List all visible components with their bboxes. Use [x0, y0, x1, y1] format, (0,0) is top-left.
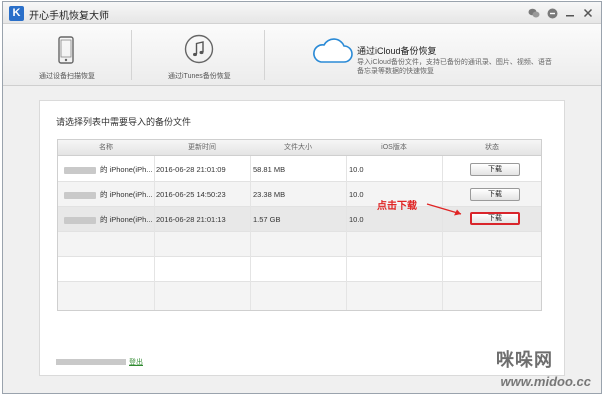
row-name: 的 iPhone(iPh...	[64, 157, 154, 182]
col-size: 文件大小	[284, 144, 312, 151]
row-size: 23.38 MB	[253, 190, 286, 199]
click-download-annotation: 点击下载	[377, 201, 417, 212]
title-bar: K 开心手机恢复大师	[3, 2, 601, 24]
feedback-icon[interactable]	[545, 6, 559, 20]
table-row[interactable]: 的 iPhone(iPh... 2016-06-25 14:50:23 23.3…	[58, 182, 541, 207]
download-button-highlighted[interactable]: 下载	[470, 212, 520, 225]
row-time: 2016-06-25 14:50:23	[156, 190, 226, 199]
tab-itunes-backup[interactable]: 通过iTunes备份恢复	[132, 24, 264, 86]
wechat-icon[interactable]	[527, 6, 541, 20]
mode-tabs: 通过设备扫描恢复 通过iTunes备份恢复 通过iCloud备份恢复 导入iCl…	[3, 24, 601, 86]
redacted-name	[64, 191, 96, 199]
itunes-music-icon	[184, 34, 214, 64]
logout-link[interactable]: 登出	[129, 359, 143, 366]
app-title: 开心手机恢复大师	[29, 11, 109, 22]
tab-device-scan[interactable]: 通过设备扫描恢复	[3, 24, 131, 86]
col-divider	[154, 156, 155, 310]
redacted-account	[56, 359, 126, 366]
table-row[interactable]: 的 iPhone(iPh... 2016-06-28 21:01:13 1.57…	[58, 207, 541, 232]
cloud-icon	[313, 38, 353, 63]
tab-itunes-backup-label: 通过iTunes备份恢复	[168, 73, 231, 80]
watermark-url: www.midoo.cc	[500, 374, 591, 389]
app-window: K 开心手机恢复大师 通过设备扫描恢复 通过iTunes备份恢复 通过iClou…	[2, 1, 602, 394]
annotation-arrow-icon	[426, 203, 462, 216]
row-ios: 10.0	[349, 165, 364, 174]
col-divider	[442, 156, 443, 310]
empty-row	[58, 232, 541, 257]
close-icon[interactable]	[581, 6, 595, 20]
backup-panel: 请选择列表中需要导入的备份文件 名称 更新时间 文件大小 iOS版本 状态 的 …	[39, 100, 565, 376]
table-header: 名称 更新时间 文件大小 iOS版本 状态	[58, 140, 541, 156]
col-divider	[250, 156, 251, 310]
row-ios: 10.0	[349, 215, 364, 224]
minimize-icon[interactable]	[563, 6, 577, 20]
row-name: 的 iPhone(iPh...	[64, 182, 154, 207]
phone-icon	[58, 36, 74, 64]
tab-device-scan-label: 通过设备扫描恢复	[39, 73, 95, 80]
select-backup-prompt: 请选择列表中需要导入的备份文件	[56, 117, 192, 127]
tab-icloud-backup-title: 通过iCloud备份恢复	[357, 46, 437, 56]
table-row[interactable]: 的 iPhone(iPh... 2016-06-28 21:01:09 58.8…	[58, 157, 541, 182]
row-name: 的 iPhone(iPh...	[64, 207, 154, 232]
account-bar: 登出	[56, 357, 143, 367]
download-button[interactable]: 下载	[470, 188, 520, 201]
backup-table: 名称 更新时间 文件大小 iOS版本 状态 的 iPhone(iPh... 20…	[57, 139, 542, 311]
download-button[interactable]: 下载	[470, 163, 520, 176]
col-ios: iOS版本	[381, 144, 407, 151]
watermark-text: 咪哚网	[496, 350, 553, 370]
empty-row	[58, 282, 541, 310]
row-time: 2016-06-28 21:01:13	[156, 215, 226, 224]
col-divider	[346, 156, 347, 310]
tab-icloud-backup[interactable]: 通过iCloud备份恢复 导入iCloud备份文件，支持已备份的通讯录、图片、视…	[265, 24, 601, 86]
col-name: 名称	[99, 144, 113, 151]
redacted-name	[64, 216, 96, 224]
row-time: 2016-06-28 21:01:09	[156, 165, 226, 174]
row-size: 1.57 GB	[253, 215, 281, 224]
empty-row	[58, 257, 541, 282]
app-logo: K	[9, 6, 24, 21]
tab-icloud-backup-desc: 导入iCloud备份文件，支持已备份的通讯录、图片、视频、语音备忘录等数据的快速…	[357, 59, 552, 75]
row-size: 58.81 MB	[253, 165, 286, 174]
redacted-name	[64, 166, 96, 174]
col-updated: 更新时间	[188, 144, 216, 151]
col-status: 状态	[485, 144, 499, 151]
row-ios: 10.0	[349, 190, 364, 199]
